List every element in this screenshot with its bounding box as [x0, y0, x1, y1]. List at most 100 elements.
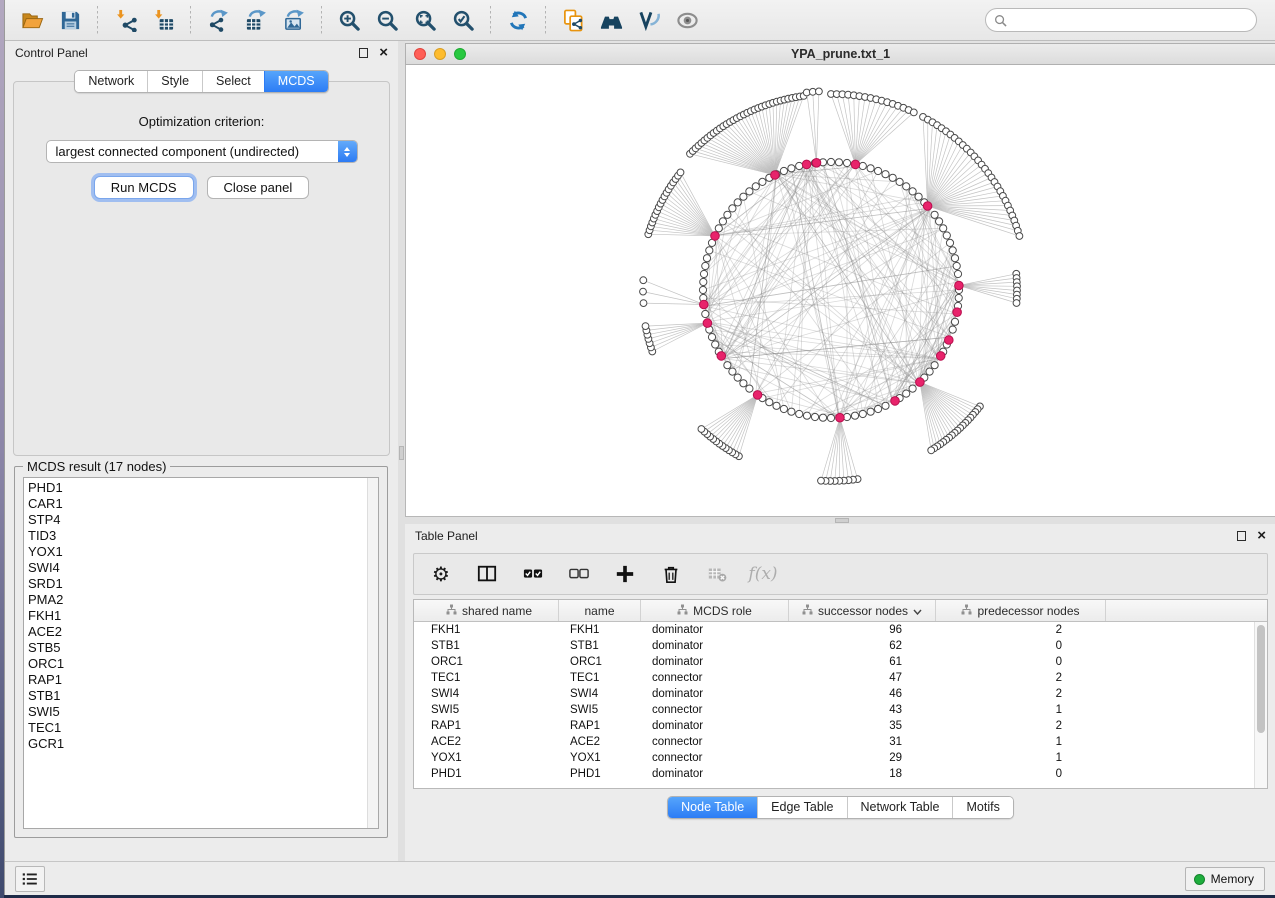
column-header-successor-nodes[interactable]: successor nodes [789, 600, 936, 621]
zoom-selected-button[interactable] [444, 3, 482, 37]
tab-network-table[interactable]: Network Table [847, 797, 953, 818]
mcds-result-item[interactable]: STP4 [28, 512, 378, 528]
mcds-result-item[interactable]: GCR1 [28, 736, 378, 752]
float-panel-icon[interactable] [359, 48, 368, 58]
zoom-in-button[interactable] [330, 3, 368, 37]
table-row[interactable]: PHD1PHD1dominator180 [414, 766, 1254, 782]
tab-network[interactable]: Network [75, 71, 147, 92]
table-cell: 43 [789, 704, 936, 716]
refresh-view-button[interactable] [499, 3, 537, 37]
tab-select[interactable]: Select [202, 71, 264, 92]
table-cell: 46 [789, 688, 936, 700]
table-row[interactable]: TEC1TEC1connector472 [414, 670, 1254, 686]
column-header-label: predecessor nodes [977, 604, 1079, 618]
tab-mcds[interactable]: MCDS [264, 71, 328, 92]
table-row[interactable]: SWI5SWI5connector431 [414, 702, 1254, 718]
close-table-panel-icon[interactable]: × [1257, 531, 1266, 541]
import-network-button[interactable] [106, 3, 144, 37]
mcds-result-item[interactable]: STB5 [28, 640, 378, 656]
export-table-button[interactable] [237, 3, 275, 37]
mcds-result-item[interactable]: SWI4 [28, 560, 378, 576]
list-scrollbar[interactable] [367, 478, 378, 828]
table-row[interactable]: ORC1ORC1dominator610 [414, 654, 1254, 670]
panel-divider-vertical[interactable] [398, 41, 405, 861]
search-network-button[interactable] [592, 3, 630, 37]
unselect-all-columns-button[interactable] [566, 559, 592, 589]
float-table-panel-icon[interactable] [1237, 531, 1246, 541]
column-header-predecessor-nodes[interactable]: predecessor nodes [936, 600, 1106, 621]
mcds-result-item[interactable]: TEC1 [28, 720, 378, 736]
save-session-button[interactable] [51, 3, 89, 37]
network-window-titlebar[interactable]: YPA_prune.txt_1 [405, 43, 1275, 65]
mcds-result-list[interactable]: PHD1CAR1STP4TID3YOX1SWI4SRD1PMA2FKH1ACE2… [23, 477, 379, 829]
table-header-row: shared namename MCDS role successor nodes p… [414, 600, 1267, 622]
show-panels-menu-button[interactable] [15, 866, 45, 892]
column-header-label: MCDS role [693, 604, 752, 618]
tab-node-table[interactable]: Node Table [668, 797, 757, 818]
column-header-name[interactable]: name [559, 600, 641, 621]
run-mcds-button[interactable]: Run MCDS [94, 176, 194, 199]
mcds-result-item[interactable]: TID3 [28, 528, 378, 544]
table-scrollbar[interactable] [1254, 622, 1267, 788]
export-image-button[interactable] [275, 3, 313, 37]
mcds-result-item[interactable]: SRD1 [28, 576, 378, 592]
mcds-result-item[interactable]: CAR1 [28, 496, 378, 512]
mcds-result-item[interactable]: PHD1 [28, 480, 378, 496]
tab-motifs[interactable]: Motifs [952, 797, 1012, 818]
search-box[interactable] [985, 8, 1257, 32]
network-canvas[interactable] [405, 65, 1275, 517]
sort-descending-icon [913, 604, 922, 618]
toolbar-separator [321, 6, 322, 34]
column-header-MCDS-role[interactable]: MCDS role [641, 600, 789, 621]
toolbar-group [499, 3, 537, 37]
table-row[interactable]: YOX1YOX1connector291 [414, 750, 1254, 766]
table-cell: FKH1 [420, 624, 559, 636]
open-file-button[interactable] [13, 3, 51, 37]
mcds-result-item[interactable]: STB1 [28, 688, 378, 704]
network-graph [406, 65, 1275, 516]
settings-gear-button[interactable]: ⚙ [428, 559, 454, 589]
divider-grip-h[interactable] [835, 518, 849, 523]
mcds-result-item[interactable]: SWI5 [28, 704, 378, 720]
mcds-result-item[interactable]: ACE2 [28, 624, 378, 640]
table-cell: YOX1 [420, 752, 559, 764]
divider-grip[interactable] [399, 446, 404, 460]
mcds-result-item[interactable]: ORC1 [28, 656, 378, 672]
table-row[interactable]: STB1STB1dominator620 [414, 638, 1254, 654]
optimization-criterion-label: Optimization criterion: [14, 114, 389, 129]
table-cell: connector [641, 752, 789, 764]
import-table-button[interactable] [144, 3, 182, 37]
add-column-button[interactable] [612, 559, 638, 589]
panel-divider-horizontal[interactable] [405, 517, 1275, 524]
table-row[interactable]: FKH1FKH1dominator962 [414, 622, 1254, 638]
table-cell: PHD1 [559, 768, 641, 780]
export-network-button[interactable] [199, 3, 237, 37]
zoom-selected-icon [452, 9, 475, 32]
close-panel-icon[interactable]: × [379, 48, 388, 58]
mcds-result-item[interactable]: FKH1 [28, 608, 378, 624]
zoom-fit-button[interactable] [406, 3, 444, 37]
tab-style[interactable]: Style [147, 71, 202, 92]
table-row[interactable]: SWI4SWI4dominator462 [414, 686, 1254, 702]
close-panel-button[interactable]: Close panel [207, 176, 310, 199]
zoom-out-button[interactable] [368, 3, 406, 37]
column-header-shared-name[interactable]: shared name [420, 600, 559, 621]
clone-network-button[interactable] [554, 3, 592, 37]
show-column-panel-button[interactable] [474, 559, 500, 589]
mcds-result-item[interactable]: YOX1 [28, 544, 378, 560]
memory-button[interactable]: Memory [1185, 867, 1265, 891]
search-input[interactable] [1007, 13, 1248, 27]
select-all-columns-button[interactable] [520, 559, 546, 589]
delete-column-button[interactable] [658, 559, 684, 589]
scrollbar-thumb[interactable] [1257, 625, 1265, 733]
table-row[interactable]: ACE2ACE2connector311 [414, 734, 1254, 750]
table-row[interactable]: RAP1RAP1dominator352 [414, 718, 1254, 734]
show-graphics-details-button[interactable] [668, 3, 706, 37]
mcds-result-item[interactable]: PMA2 [28, 592, 378, 608]
mcds-result-item[interactable]: RAP1 [28, 672, 378, 688]
refresh-view-icon [507, 9, 530, 32]
hide-graphics-details-button[interactable] [630, 3, 668, 37]
optimization-criterion-select[interactable]: largest connected component (undirected) [46, 140, 358, 163]
tab-edge-table[interactable]: Edge Table [757, 797, 846, 818]
table-cell: SWI5 [559, 704, 641, 716]
